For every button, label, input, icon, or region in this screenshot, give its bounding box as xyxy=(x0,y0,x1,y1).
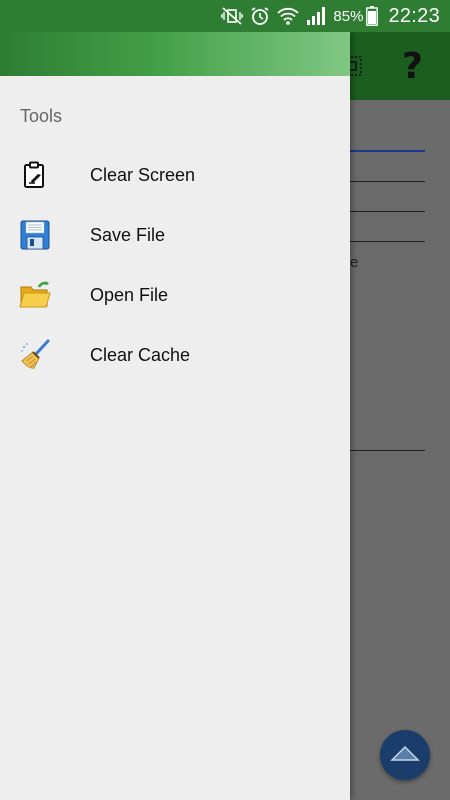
wifi-icon xyxy=(277,5,300,27)
partial-text: e xyxy=(350,254,359,271)
help-icon[interactable]: ? xyxy=(402,46,423,87)
clear-screen-icon xyxy=(18,158,52,192)
drawer-item-label: Save File xyxy=(90,224,166,245)
divider xyxy=(350,450,425,451)
navigation-drawer: Tools Clear Screen Save File Open File C… xyxy=(0,32,350,800)
drawer-item-save-file[interactable]: Save File xyxy=(0,205,350,265)
drawer-item-label: Clear Screen xyxy=(90,164,196,185)
chevron-up-icon xyxy=(390,743,420,768)
drawer-header xyxy=(0,32,350,76)
drawer-item-open-file[interactable]: Open File xyxy=(0,265,350,325)
drawer-item-label: Clear Cache xyxy=(90,344,191,365)
broom-icon xyxy=(18,338,52,372)
divider xyxy=(350,241,425,242)
status-bar: 85% 22:23 xyxy=(0,0,450,32)
divider xyxy=(350,181,425,182)
divider xyxy=(350,211,425,212)
drawer-item-clear-screen[interactable]: Clear Screen xyxy=(0,145,350,205)
open-folder-icon xyxy=(18,278,52,312)
mute-vibrate-icon xyxy=(221,5,244,27)
battery-icon xyxy=(366,6,379,26)
alarm-icon xyxy=(249,5,271,27)
scroll-up-button[interactable] xyxy=(380,730,430,780)
signal-icon xyxy=(305,5,327,27)
drawer-item-label: Open File xyxy=(90,284,169,305)
drawer-section-title: Tools xyxy=(20,106,63,126)
clock: 22:23 xyxy=(388,4,440,27)
floppy-disk-icon xyxy=(18,218,52,252)
drawer-item-clear-cache[interactable]: Clear Cache xyxy=(0,325,350,385)
battery-percent: 85% xyxy=(333,7,364,25)
divider xyxy=(350,150,425,152)
